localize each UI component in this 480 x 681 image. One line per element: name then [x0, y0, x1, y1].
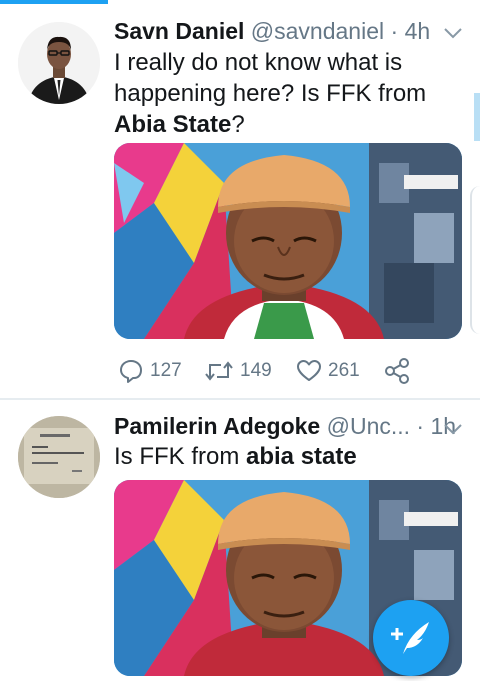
avatar-photo: [18, 22, 100, 104]
like-button[interactable]: 261: [296, 356, 360, 386]
compose-icon: [391, 622, 429, 654]
tweet[interactable]: Savn Daniel @savndaniel · 4h I really do…: [0, 0, 480, 398]
tweet-text: Is FFK from abia state: [114, 441, 460, 472]
tweet-text-bold: abia state: [246, 443, 357, 470]
chevron-down-icon[interactable]: [442, 418, 464, 440]
display-name[interactable]: Savn Daniel: [114, 18, 244, 44]
retweet-button[interactable]: 149: [204, 356, 272, 386]
reply-icon: [120, 360, 142, 383]
like-count: 261: [328, 360, 360, 381]
chevron-down-icon[interactable]: [442, 22, 464, 44]
tweet-text-bold: Abia State: [114, 111, 232, 138]
tweet-text-end: ?: [231, 111, 245, 138]
avatar-photo: [18, 416, 100, 498]
user-handle[interactable]: @Unc...: [327, 413, 410, 439]
portrait-photo: [114, 143, 462, 339]
display-name[interactable]: Pamilerin Adegoke: [114, 413, 320, 439]
timestamp[interactable]: 4h: [405, 18, 431, 44]
share-button[interactable]: [384, 356, 418, 386]
user-handle[interactable]: @savndaniel: [251, 18, 384, 44]
retweet-count: 149: [240, 360, 272, 381]
reply-button[interactable]: 127: [118, 356, 182, 386]
retweet-icon: [205, 361, 233, 381]
reply-count: 127: [150, 360, 182, 381]
avatar[interactable]: [18, 22, 100, 104]
tweet-text-part: I really do not know what is happening h…: [114, 49, 427, 107]
share-icon: [385, 358, 409, 384]
tweet-header: Savn Daniel @savndaniel · 4h: [114, 16, 464, 46]
tweet-text: I really do not know what is happening h…: [114, 47, 460, 140]
action-bar: 127 149 261: [114, 356, 434, 386]
avatar[interactable]: [18, 416, 100, 498]
tweet-image[interactable]: [114, 143, 462, 339]
tweet-text-part: Is FFK from: [114, 443, 246, 470]
heart-icon: [297, 360, 321, 381]
tweet-header: Pamilerin Adegoke @Unc... · 1h: [114, 411, 464, 441]
compose-tweet-button[interactable]: [373, 600, 449, 676]
separator-dot: ·: [390, 18, 399, 44]
separator-dot: ·: [416, 413, 425, 439]
